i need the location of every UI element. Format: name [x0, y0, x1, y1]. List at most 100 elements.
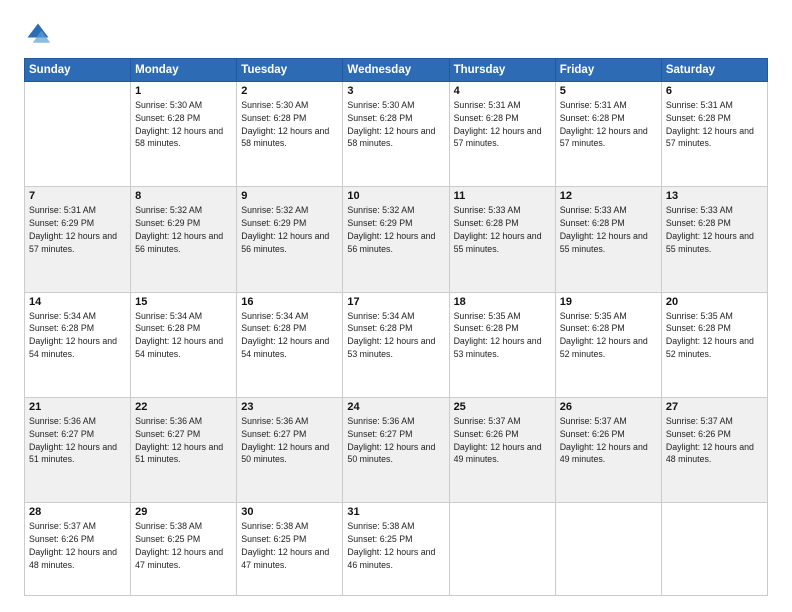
day-number: 14: [29, 296, 126, 308]
calendar-header-wednesday: Wednesday: [343, 59, 449, 82]
day-info: Sunrise: 5:37 AM Sunset: 6:26 PM Dayligh…: [666, 415, 763, 466]
day-number: 9: [241, 190, 338, 202]
day-info: Sunrise: 5:36 AM Sunset: 6:27 PM Dayligh…: [29, 415, 126, 466]
day-number: 18: [454, 296, 551, 308]
day-info: Sunrise: 5:32 AM Sunset: 6:29 PM Dayligh…: [241, 204, 338, 255]
calendar-week-row: 28 Sunrise: 5:37 AM Sunset: 6:26 PM Dayli…: [25, 503, 768, 596]
calendar-cell: 4 Sunrise: 5:31 AM Sunset: 6:28 PM Daylig…: [449, 82, 555, 187]
day-number: 23: [241, 401, 338, 413]
calendar-cell: 2Sunrise: 5:30 AM Sunset: 6:28 PM Daylig…: [237, 82, 343, 187]
calendar-cell: 26Sunrise: 5:37 AM Sunset: 6:26 PM Dayli…: [555, 398, 661, 503]
day-info: Sunrise: 5:34 AM Sunset: 6:28 PM Dayligh…: [135, 310, 232, 361]
calendar-cell: 23 Sunrise: 5:36 AM Sunset: 6:27 PM Dayli…: [237, 398, 343, 503]
calendar-cell: 28 Sunrise: 5:37 AM Sunset: 6:26 PM Dayli…: [25, 503, 131, 596]
calendar-header-friday: Friday: [555, 59, 661, 82]
calendar-cell: [661, 503, 767, 596]
day-info: Sunrise: 5:33 AM Sunset: 6:28 PM Dayligh…: [666, 204, 763, 255]
day-info: Sunrise: 5:31 AM Sunset: 6:28 PM Dayligh…: [666, 99, 763, 150]
day-info: Sunrise: 5:31 AM Sunset: 6:28 PM Dayligh…: [454, 99, 551, 150]
calendar-cell: 9 Sunrise: 5:32 AM Sunset: 6:29 PM Daylig…: [237, 187, 343, 292]
calendar-cell: 29Sunrise: 5:38 AM Sunset: 6:25 PM Dayli…: [131, 503, 237, 596]
calendar-cell: 21 Sunrise: 5:36 AM Sunset: 6:27 PM Dayli…: [25, 398, 131, 503]
calendar-cell: 31 Sunrise: 5:38 AM Sunset: 6:25 PM Dayli…: [343, 503, 449, 596]
day-number: 22: [135, 401, 232, 413]
calendar-cell: 18 Sunrise: 5:35 AM Sunset: 6:28 PM Dayli…: [449, 292, 555, 397]
calendar-cell: 13 Sunrise: 5:33 AM Sunset: 6:28 PM Dayli…: [661, 187, 767, 292]
day-number: 24: [347, 401, 444, 413]
day-info: Sunrise: 5:35 AM Sunset: 6:28 PM Dayligh…: [666, 310, 763, 361]
calendar-cell: 7 Sunrise: 5:31 AM Sunset: 6:29 PM Daylig…: [25, 187, 131, 292]
day-number: 10: [347, 190, 444, 202]
calendar-cell: 16 Sunrise: 5:34 AM Sunset: 6:28 PM Dayli…: [237, 292, 343, 397]
day-info: Sunrise: 5:38 AM Sunset: 6:25 PM Dayligh…: [347, 520, 444, 571]
page: SundayMondayTuesdayWednesdayThursdayFrid…: [0, 0, 792, 612]
day-number: 31: [347, 506, 444, 518]
calendar-week-row: 1 Sunrise: 5:30 AM Sunset: 6:28 PM Daylig…: [25, 82, 768, 187]
calendar-cell: 14 Sunrise: 5:34 AM Sunset: 6:28 PM Dayli…: [25, 292, 131, 397]
day-number: 13: [666, 190, 763, 202]
day-number: 3: [347, 85, 444, 97]
day-number: 16: [241, 296, 338, 308]
day-number: 19: [560, 296, 657, 308]
day-info: Sunrise: 5:31 AM Sunset: 6:28 PM Dayligh…: [560, 99, 657, 150]
calendar-cell: 11 Sunrise: 5:33 AM Sunset: 6:28 PM Dayli…: [449, 187, 555, 292]
calendar-header-tuesday: Tuesday: [237, 59, 343, 82]
day-number: 8: [135, 190, 232, 202]
calendar-cell: 19 Sunrise: 5:35 AM Sunset: 6:28 PM Dayli…: [555, 292, 661, 397]
day-info: Sunrise: 5:33 AM Sunset: 6:28 PM Dayligh…: [560, 204, 657, 255]
calendar-cell: 12 Sunrise: 5:33 AM Sunset: 6:28 PM Dayli…: [555, 187, 661, 292]
calendar-cell: 25Sunrise: 5:37 AM Sunset: 6:26 PM Dayli…: [449, 398, 555, 503]
day-number: 26: [560, 401, 657, 413]
calendar-cell: 8 Sunrise: 5:32 AM Sunset: 6:29 PM Daylig…: [131, 187, 237, 292]
day-info: Sunrise: 5:30 AM Sunset: 6:28 PM Dayligh…: [241, 99, 338, 150]
day-info: Sunrise: 5:30 AM Sunset: 6:28 PM Dayligh…: [135, 99, 232, 150]
day-number: 1: [135, 85, 232, 97]
day-number: 27: [666, 401, 763, 413]
day-number: 17: [347, 296, 444, 308]
calendar-cell: 17 Sunrise: 5:34 AM Sunset: 6:28 PM Dayli…: [343, 292, 449, 397]
calendar-cell: 22Sunrise: 5:36 AM Sunset: 6:27 PM Dayli…: [131, 398, 237, 503]
logo-icon: [24, 20, 52, 48]
calendar-cell: 27 Sunrise: 5:37 AM Sunset: 6:26 PM Dayli…: [661, 398, 767, 503]
calendar-cell: [25, 82, 131, 187]
day-info: Sunrise: 5:34 AM Sunset: 6:28 PM Dayligh…: [29, 310, 126, 361]
day-number: 21: [29, 401, 126, 413]
day-info: Sunrise: 5:37 AM Sunset: 6:26 PM Dayligh…: [29, 520, 126, 571]
day-info: Sunrise: 5:36 AM Sunset: 6:27 PM Dayligh…: [241, 415, 338, 466]
day-number: 15: [135, 296, 232, 308]
calendar-cell: [449, 503, 555, 596]
calendar-cell: 3Sunrise: 5:30 AM Sunset: 6:28 PM Daylig…: [343, 82, 449, 187]
day-number: 28: [29, 506, 126, 518]
day-number: 20: [666, 296, 763, 308]
day-info: Sunrise: 5:31 AM Sunset: 6:29 PM Dayligh…: [29, 204, 126, 255]
day-info: Sunrise: 5:35 AM Sunset: 6:28 PM Dayligh…: [560, 310, 657, 361]
day-number: 7: [29, 190, 126, 202]
day-info: Sunrise: 5:32 AM Sunset: 6:29 PM Dayligh…: [135, 204, 232, 255]
calendar-cell: 5 Sunrise: 5:31 AM Sunset: 6:28 PM Daylig…: [555, 82, 661, 187]
day-number: 4: [454, 85, 551, 97]
day-number: 29: [135, 506, 232, 518]
day-number: 5: [560, 85, 657, 97]
calendar-week-row: 7 Sunrise: 5:31 AM Sunset: 6:29 PM Daylig…: [25, 187, 768, 292]
calendar-cell: 20 Sunrise: 5:35 AM Sunset: 6:28 PM Dayli…: [661, 292, 767, 397]
day-info: Sunrise: 5:34 AM Sunset: 6:28 PM Dayligh…: [347, 310, 444, 361]
day-info: Sunrise: 5:38 AM Sunset: 6:25 PM Dayligh…: [241, 520, 338, 571]
day-number: 11: [454, 190, 551, 202]
day-info: Sunrise: 5:36 AM Sunset: 6:27 PM Dayligh…: [347, 415, 444, 466]
day-info: Sunrise: 5:34 AM Sunset: 6:28 PM Dayligh…: [241, 310, 338, 361]
day-info: Sunrise: 5:35 AM Sunset: 6:28 PM Dayligh…: [454, 310, 551, 361]
day-number: 6: [666, 85, 763, 97]
calendar-header-monday: Monday: [131, 59, 237, 82]
logo: [24, 20, 56, 48]
day-info: Sunrise: 5:33 AM Sunset: 6:28 PM Dayligh…: [454, 204, 551, 255]
calendar-header-saturday: Saturday: [661, 59, 767, 82]
calendar-cell: 24 Sunrise: 5:36 AM Sunset: 6:27 PM Dayli…: [343, 398, 449, 503]
calendar-week-row: 14 Sunrise: 5:34 AM Sunset: 6:28 PM Dayli…: [25, 292, 768, 397]
day-number: 12: [560, 190, 657, 202]
calendar-header-thursday: Thursday: [449, 59, 555, 82]
day-info: Sunrise: 5:32 AM Sunset: 6:29 PM Dayligh…: [347, 204, 444, 255]
calendar-header-sunday: Sunday: [25, 59, 131, 82]
day-number: 30: [241, 506, 338, 518]
calendar-cell: 1 Sunrise: 5:30 AM Sunset: 6:28 PM Daylig…: [131, 82, 237, 187]
calendar-cell: 30 Sunrise: 5:38 AM Sunset: 6:25 PM Dayli…: [237, 503, 343, 596]
